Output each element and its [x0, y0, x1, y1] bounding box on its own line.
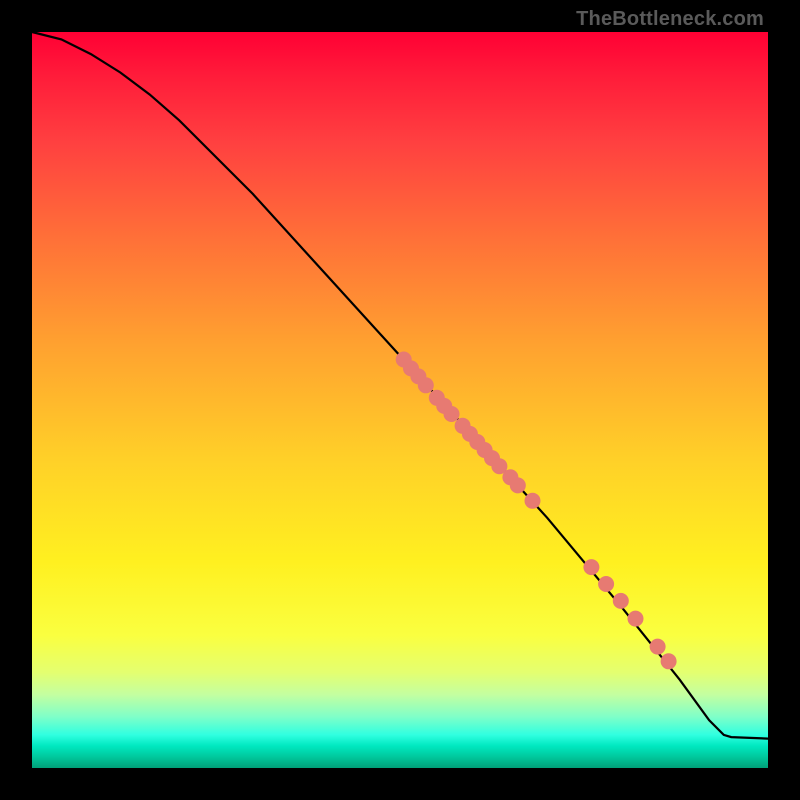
- data-point: [525, 493, 541, 509]
- data-point: [650, 639, 666, 655]
- chart-curve: [32, 32, 768, 739]
- data-point: [613, 593, 629, 609]
- data-point: [583, 559, 599, 575]
- data-point: [444, 406, 460, 422]
- data-point: [598, 576, 614, 592]
- data-point: [510, 477, 526, 493]
- chart-points: [396, 352, 677, 670]
- data-point: [661, 653, 677, 669]
- data-point: [628, 611, 644, 627]
- chart-gradient-area: [32, 32, 768, 768]
- watermark-text: TheBottleneck.com: [576, 8, 764, 31]
- data-point: [418, 377, 434, 393]
- chart-svg: [32, 32, 768, 768]
